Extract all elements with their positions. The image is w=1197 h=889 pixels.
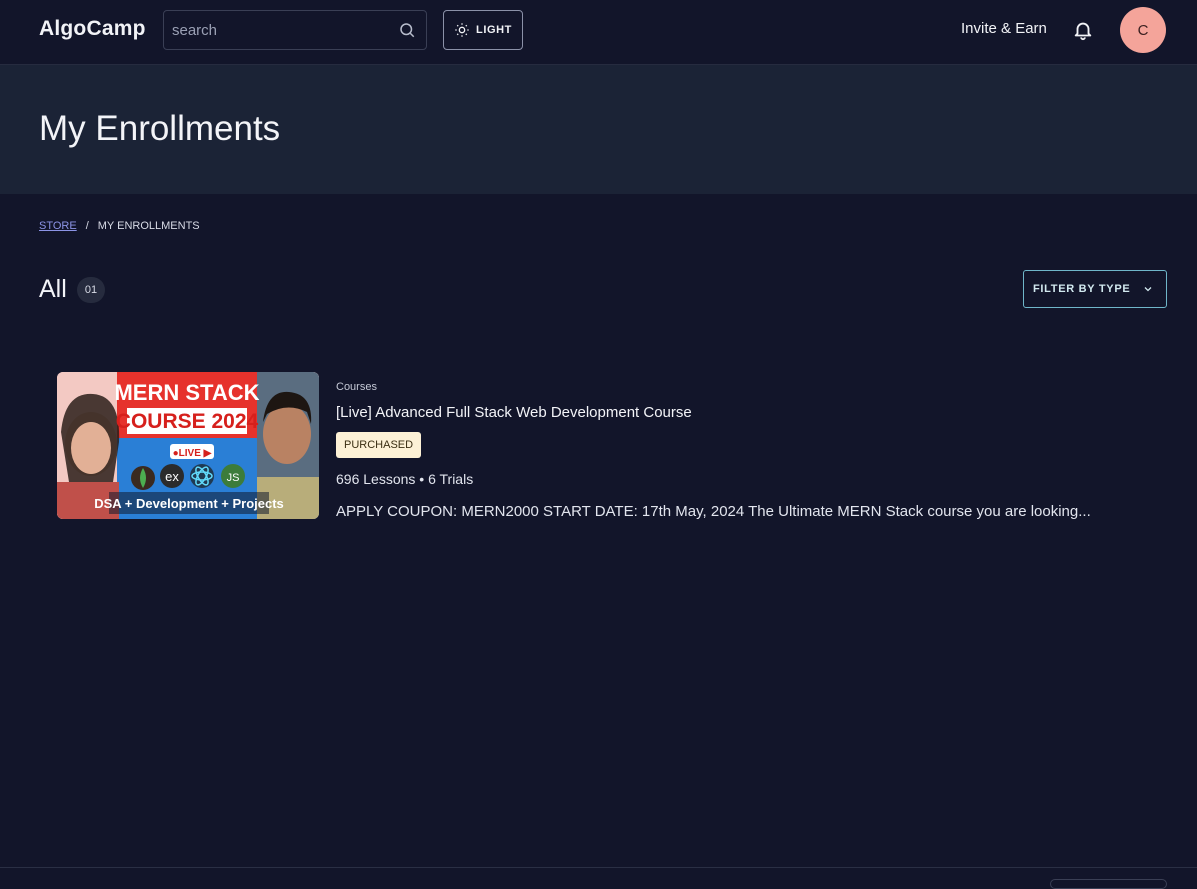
course-thumbnail[interactable]: MERN STACK COURSE 2024 ●LIVE ▶ ex JS DSA…: [57, 372, 319, 519]
search-box: [163, 10, 427, 50]
breadcrumb-separator: /: [85, 220, 89, 232]
thumb-line1: MERN STACK: [114, 380, 259, 405]
avatar[interactable]: C: [1120, 7, 1166, 53]
theme-toggle-label: LIGHT: [476, 24, 512, 36]
breadcrumb: STORE / MY ENROLLMENTS: [39, 220, 200, 232]
search-input[interactable]: [172, 21, 394, 39]
course-title[interactable]: [Live] Advanced Full Stack Web Developme…: [336, 404, 692, 421]
course-description: APPLY COUPON: MERN2000 START DATE: 17th …: [336, 503, 1091, 520]
status-badge: PURCHASED: [336, 432, 422, 458]
thumbnail-graphic: MERN STACK COURSE 2024 ●LIVE ▶ ex JS DSA…: [57, 372, 319, 519]
course-type: Courses: [336, 381, 377, 393]
chevron-down-icon: [1144, 287, 1152, 292]
thumb-tech1: ex: [165, 469, 179, 484]
list-heading: All: [39, 275, 67, 303]
filter-label: FILTER BY TYPE: [1033, 283, 1131, 295]
course-meta: 696 Lessons • 6 Trials: [336, 471, 474, 487]
page-banner: My Enrollments: [0, 65, 1197, 194]
bell-icon[interactable]: [1072, 19, 1094, 41]
invite-earn-link[interactable]: Invite & Earn: [961, 20, 1047, 37]
thumb-live: ●LIVE ▶: [173, 448, 213, 459]
breadcrumb-current: MY ENROLLMENTS: [97, 220, 200, 232]
breadcrumb-store-link[interactable]: STORE: [39, 220, 77, 232]
sun-icon: [455, 23, 469, 37]
footer-divider: [0, 867, 1197, 868]
count-badge: 01: [77, 277, 105, 303]
brand-logo[interactable]: AlgoCamp: [39, 17, 146, 41]
theme-toggle-button[interactable]: LIGHT: [443, 10, 523, 50]
page-title: My Enrollments: [39, 109, 281, 148]
thumb-tech2: JS: [227, 472, 240, 484]
top-navbar: AlgoCamp LIGHT Invite & Earn C: [0, 0, 1197, 65]
thumb-bottom: DSA + Development + Projects: [94, 496, 284, 511]
search-icon[interactable]: [398, 21, 416, 39]
thumb-line2: COURSE 2024: [116, 410, 259, 433]
filter-by-type-button[interactable]: FILTER BY TYPE: [1023, 270, 1167, 308]
footer-control[interactable]: [1050, 879, 1167, 889]
